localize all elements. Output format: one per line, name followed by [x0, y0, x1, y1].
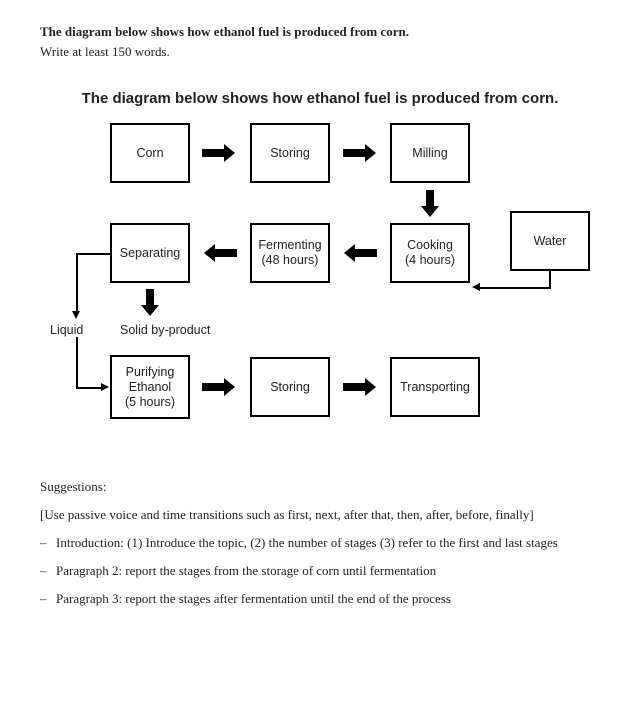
box-corn: Corn: [110, 123, 190, 183]
box-purifying-time: (5 hours): [125, 395, 175, 410]
process-diagram: Corn Storing Milling Water Cooking (4 ho…: [40, 123, 600, 453]
box-purifying-label: Purifying: [126, 365, 175, 380]
suggestion-item: Introduction: (1) Introduce the topic, (…: [40, 535, 600, 551]
box-purifying: Purifying Ethanol (5 hours): [110, 355, 190, 419]
arrow-icon: [202, 149, 224, 157]
box-corn-label: Corn: [136, 146, 163, 161]
box-storing-2: Storing: [250, 357, 330, 417]
box-water-label: Water: [534, 234, 567, 249]
line: [76, 253, 110, 255]
box-fermenting-time: (48 hours): [262, 253, 319, 268]
box-cooking-label: Cooking: [407, 238, 453, 253]
box-fermenting: Fermenting (48 hours): [250, 223, 330, 283]
box-transporting: Transporting: [390, 357, 480, 417]
box-separating-label: Separating: [120, 246, 180, 261]
arrow-icon: [202, 383, 224, 391]
suggestion-item: Paragraph 2: report the stages from the …: [40, 563, 600, 579]
box-storing-1-label: Storing: [270, 146, 310, 161]
suggestions-section: Suggestions: Use passive voice and time …: [40, 479, 600, 607]
box-storing-1: Storing: [250, 123, 330, 183]
box-milling: Milling: [390, 123, 470, 183]
box-purifying-sub: Ethanol: [129, 380, 171, 395]
box-cooking-time: (4 hours): [405, 253, 455, 268]
line: [76, 337, 78, 389]
line: [76, 387, 103, 389]
arrow-icon: [426, 190, 434, 206]
box-separating: Separating: [110, 223, 190, 283]
prompt-subtitle: Write at least 150 words.: [40, 44, 600, 60]
line: [76, 253, 78, 313]
prompt-title: The diagram below shows how ethanol fuel…: [40, 24, 600, 40]
label-solid-byproduct: Solid by-product: [120, 323, 210, 337]
suggestion-item: Paragraph 3: report the stages after fer…: [40, 591, 600, 607]
diagram-title: The diagram below shows how ethanol fuel…: [40, 90, 600, 107]
line: [480, 287, 551, 289]
arrow-icon: [215, 249, 237, 257]
arrow-icon: [343, 383, 365, 391]
arrow-icon: [72, 311, 80, 319]
box-water: Water: [510, 211, 590, 271]
arrow-icon: [355, 249, 377, 257]
arrow-icon: [146, 289, 154, 305]
box-milling-label: Milling: [412, 146, 447, 161]
suggestions-note: Use passive voice and time transitions s…: [40, 507, 600, 523]
box-cooking: Cooking (4 hours): [390, 223, 470, 283]
box-transporting-label: Transporting: [400, 380, 470, 395]
arrow-icon: [343, 149, 365, 157]
suggestions-heading: Suggestions:: [40, 479, 600, 495]
box-storing-2-label: Storing: [270, 380, 310, 395]
label-liquid: Liquid: [50, 323, 83, 337]
arrow-icon: [101, 383, 109, 391]
arrow-icon: [472, 283, 480, 291]
box-fermenting-label: Fermenting: [258, 238, 321, 253]
